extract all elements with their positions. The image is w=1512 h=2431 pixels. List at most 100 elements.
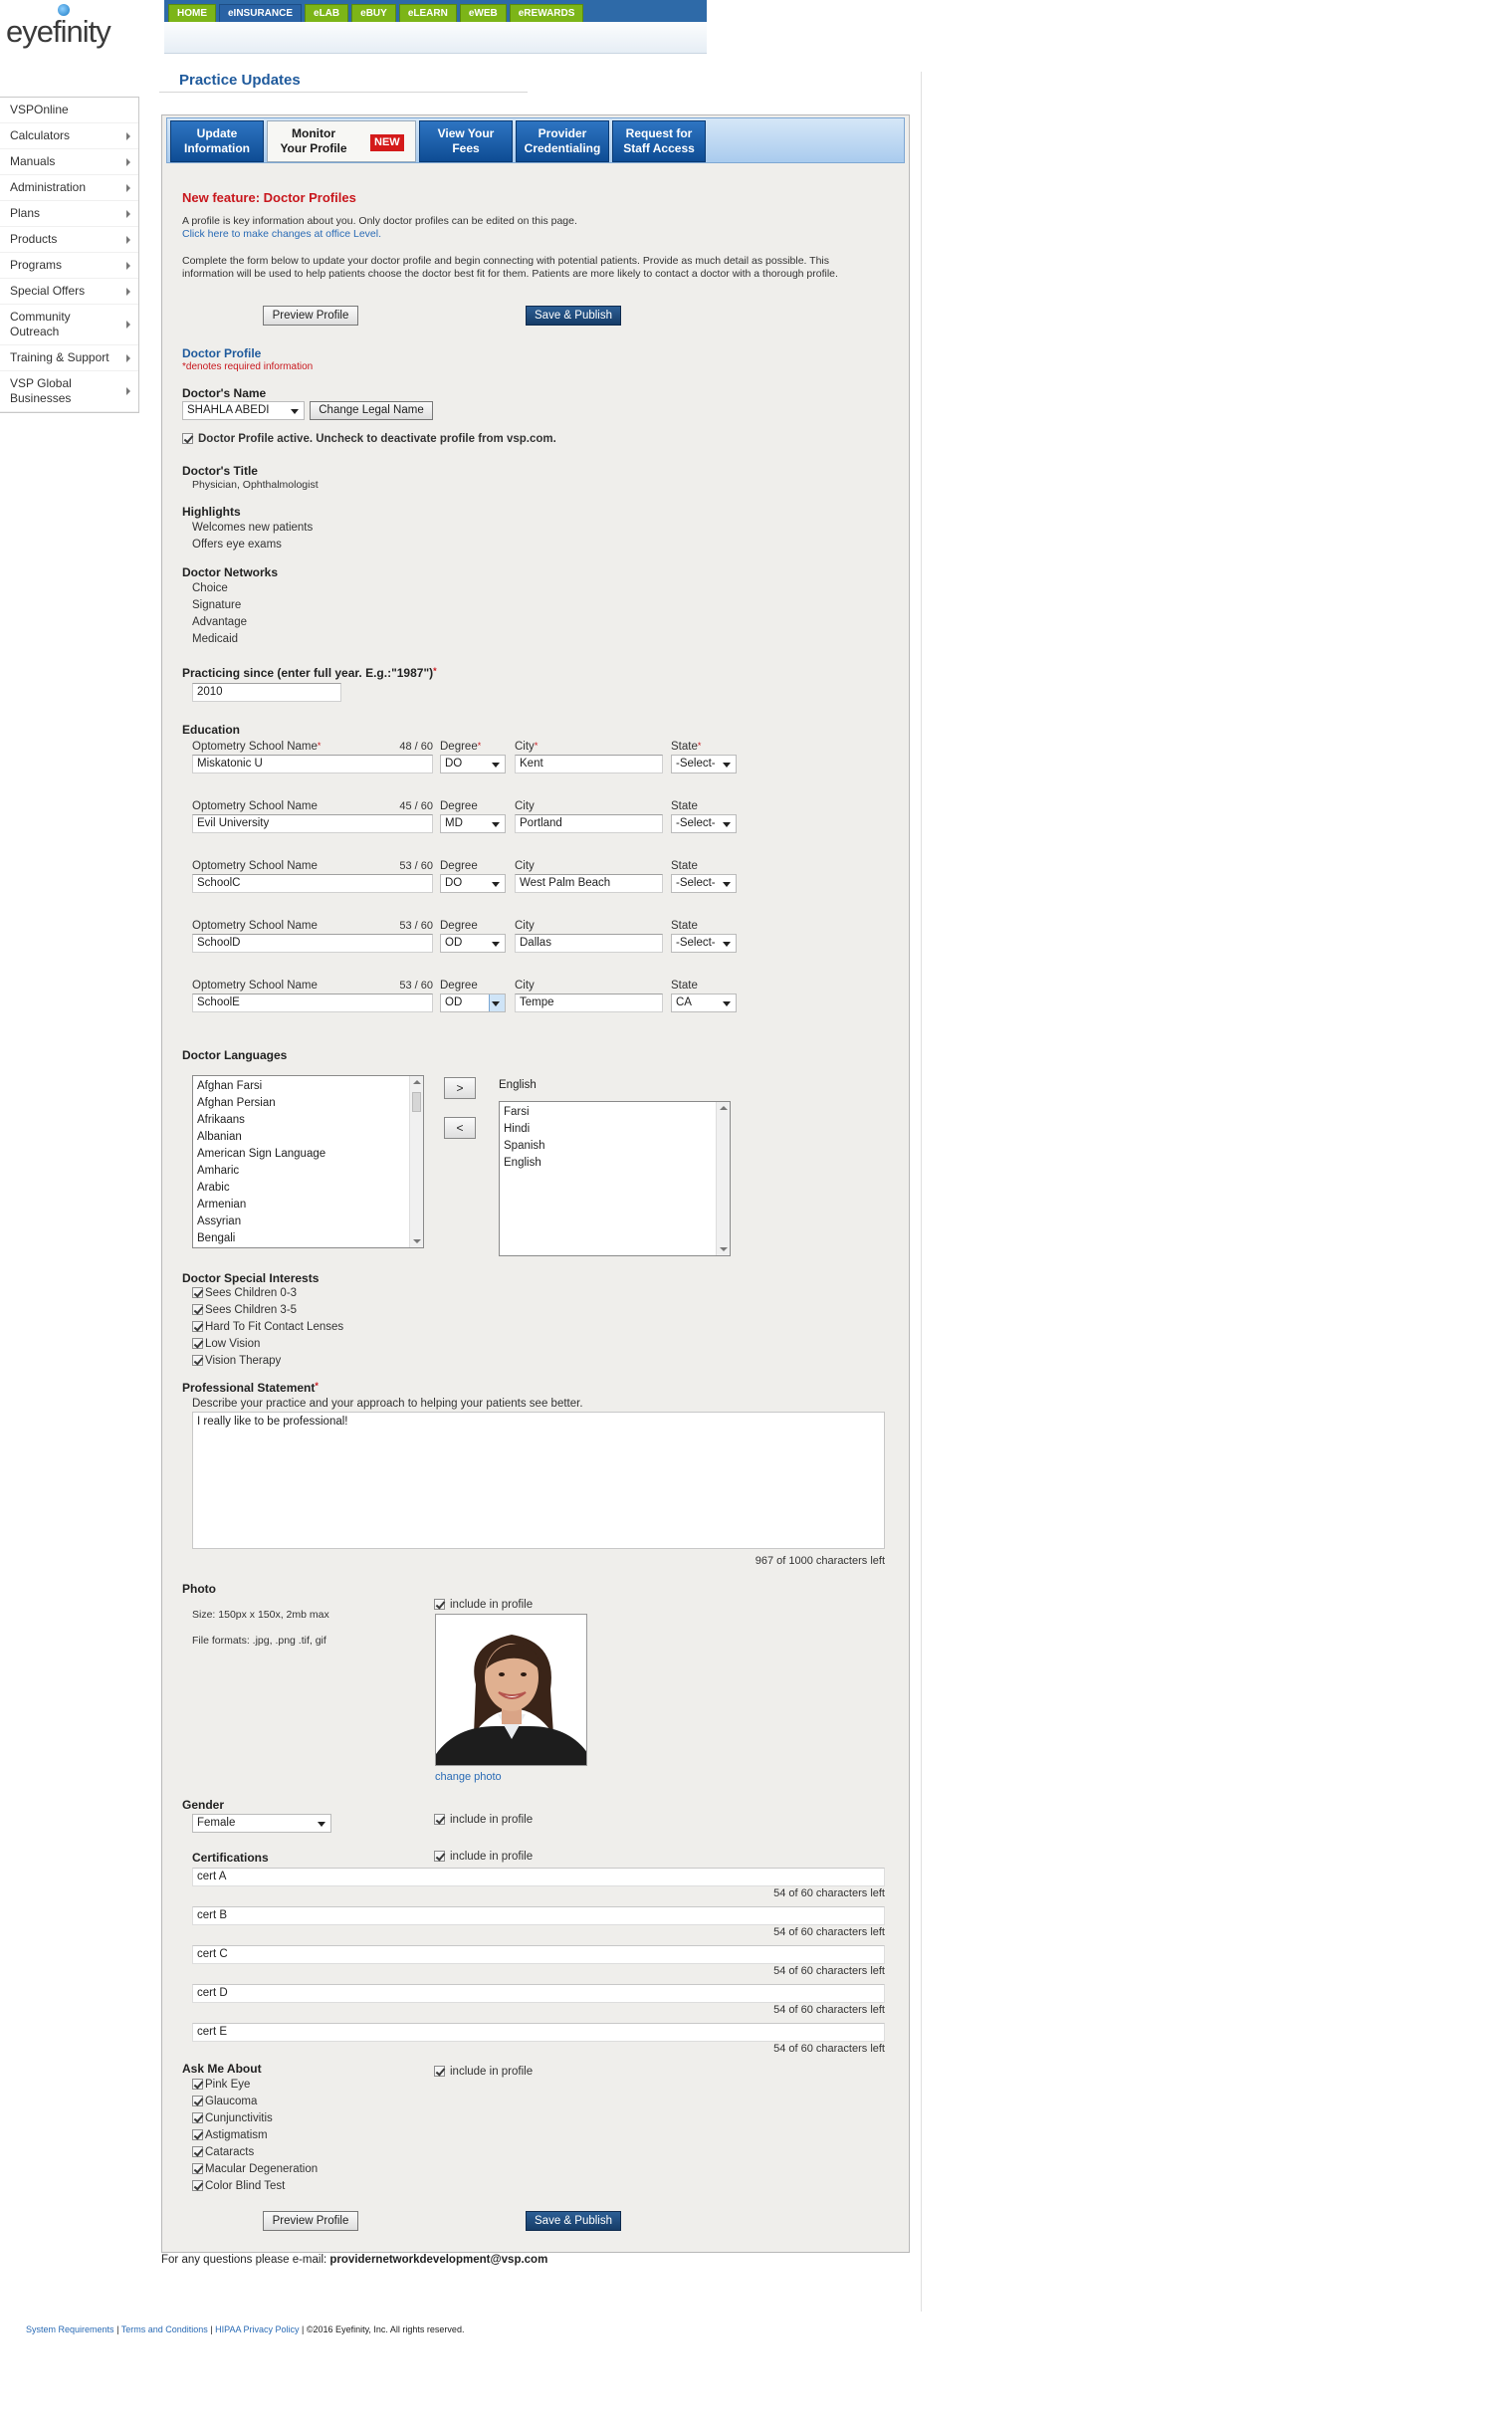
system-requirements-link[interactable]: System Requirements [26,2324,114,2334]
language-option[interactable]: Arabic [193,1180,423,1197]
interest-checkbox[interactable] [192,1338,203,1349]
sidebar-item-administration[interactable]: Administration [0,175,138,201]
school-name-input[interactable]: Miskatonic U [192,755,433,774]
sidebar-item-vsponline[interactable]: VSPOnline [0,98,138,123]
certification-input[interactable]: cert E [192,2023,885,2042]
ask-me-checkbox[interactable] [192,2180,203,2191]
selected-language-option[interactable]: Farsi [500,1104,730,1121]
certification-input[interactable]: cert C [192,1945,885,1964]
eyefinity-logo[interactable]: eyefinity [0,0,164,62]
city-input[interactable]: Portland [515,814,663,833]
gender-select[interactable]: Female [192,1814,331,1833]
interest-checkbox[interactable] [192,1355,203,1366]
top-nav-einsurance[interactable]: eINSURANCE [219,4,303,22]
ask-me-row[interactable]: Glaucoma [192,2094,491,2110]
preview-profile-button[interactable]: Preview Profile [263,306,358,326]
ask-me-checkbox[interactable] [192,2112,203,2123]
language-option[interactable]: Amharic [193,1163,423,1180]
profile-active-checkbox[interactable] [182,433,193,444]
degree-select[interactable]: OD [440,994,506,1012]
language-option[interactable]: Afrikaans [193,1112,423,1129]
ask-me-include-checkbox[interactable] [434,2066,445,2077]
tab-view-fees[interactable]: View Your Fees [419,120,513,162]
state-select[interactable]: -Select- [671,934,737,953]
sidebar-item-products[interactable]: Products [0,227,138,253]
ask-me-checkbox[interactable] [192,2129,203,2140]
interest-checkbox[interactable] [192,1304,203,1315]
ask-me-checkbox[interactable] [192,2079,203,2090]
language-option[interactable]: Albanian [193,1129,423,1146]
top-nav-ebuy[interactable]: eBUY [351,4,396,22]
language-option[interactable]: Armenian [193,1197,423,1214]
ask-me-row[interactable]: Cunjunctivitis [192,2110,491,2127]
top-nav-elearn[interactable]: eLEARN [398,4,457,22]
statement-textarea[interactable]: I really like to be professional! [192,1412,885,1549]
sidebar-item-calculators[interactable]: Calculators [0,123,138,149]
city-input[interactable]: West Palm Beach [515,874,663,893]
scroll-thumb[interactable] [412,1092,421,1112]
language-option[interactable]: Afghan Persian [193,1095,423,1112]
certifications-include-row[interactable]: include in profile [434,1849,573,1866]
photo-include-checkbox[interactable] [434,1599,445,1610]
save-publish-button[interactable]: Save & Publish [526,306,621,326]
add-language-button[interactable]: > [444,1077,476,1099]
degree-select[interactable]: OD [440,934,506,953]
ask-me-row[interactable]: Pink Eye [192,2077,491,2094]
practicing-since-input[interactable]: 2010 [192,683,341,702]
terms-link[interactable]: Terms and Conditions [121,2324,208,2334]
language-option[interactable]: Afghan Farsi [193,1078,423,1095]
sidebar-item-plans[interactable]: Plans [0,201,138,227]
tab-provider-credentialing[interactable]: Provider Credentialing [516,120,609,162]
preview-profile-button-bottom[interactable]: Preview Profile [263,2211,358,2231]
ask-me-row[interactable]: Cataracts [192,2144,491,2161]
doctor-name-select[interactable]: SHAHLA ABEDI [182,401,305,420]
hipaa-link[interactable]: HIPAA Privacy Policy [215,2324,299,2334]
state-select[interactable]: CA [671,994,737,1012]
ask-me-row[interactable]: Astigmatism [192,2127,491,2144]
selected-language-option[interactable]: English [500,1155,730,1172]
dropdown-arrow-icon[interactable] [489,994,505,1011]
state-select[interactable]: -Select- [671,874,737,893]
sidebar-item-vsp-global[interactable]: VSP Global Businesses [0,371,138,412]
school-name-input[interactable]: Evil University [192,814,433,833]
gender-include-row[interactable]: include in profile [434,1812,573,1829]
available-languages-scrollbar[interactable] [409,1076,423,1247]
top-nav-erewards[interactable]: eREWARDS [509,4,584,22]
interest-checkbox[interactable] [192,1321,203,1332]
save-publish-button-bottom[interactable]: Save & Publish [526,2211,621,2231]
change-photo-link[interactable]: change photo [435,1771,502,1783]
tab-request-staff-access[interactable]: Request for Staff Access [612,120,706,162]
school-name-input[interactable]: SchoolC [192,874,433,893]
top-nav-eweb[interactable]: eWEB [459,4,507,22]
selected-languages-scrollbar[interactable] [716,1102,730,1255]
remove-language-button[interactable]: < [444,1117,476,1139]
sidebar-item-training-support[interactable]: Training & Support [0,345,138,371]
city-input[interactable]: Tempe [515,994,663,1012]
photo-include-row[interactable]: include in profile [434,1597,573,1614]
sidebar-item-manuals[interactable]: Manuals [0,149,138,175]
interest-checkbox[interactable] [192,1287,203,1298]
ask-me-checkbox[interactable] [192,2146,203,2157]
degree-select[interactable]: MD [440,814,506,833]
top-nav-elab[interactable]: eLAB [305,4,349,22]
city-input[interactable]: Dallas [515,934,663,953]
certifications-include-checkbox[interactable] [434,1851,445,1862]
city-input[interactable]: Kent [515,755,663,774]
interest-row[interactable]: Low Vision [192,1336,491,1353]
interest-row[interactable]: Sees Children 3-5 [192,1302,491,1319]
tab-monitor-profile[interactable]: Monitor Your Profile NEW [267,120,416,162]
ask-me-row[interactable]: Macular Degeneration [192,2161,491,2178]
top-nav-home[interactable]: HOME [168,4,216,22]
ask-me-checkbox[interactable] [192,2096,203,2106]
language-option[interactable]: Bengali [193,1230,423,1247]
school-name-input[interactable]: SchoolD [192,934,433,953]
selected-language-option[interactable]: Spanish [500,1138,730,1155]
degree-select[interactable]: DO [440,874,506,893]
certification-input[interactable]: cert A [192,1868,885,1886]
certification-input[interactable]: cert D [192,1984,885,2003]
gender-include-checkbox[interactable] [434,1814,445,1825]
state-select[interactable]: -Select- [671,755,737,774]
language-option[interactable]: Assyrian [193,1214,423,1230]
tab-update-information[interactable]: Update Information [170,120,264,162]
interest-row[interactable]: Sees Children 0-3 [192,1285,491,1302]
